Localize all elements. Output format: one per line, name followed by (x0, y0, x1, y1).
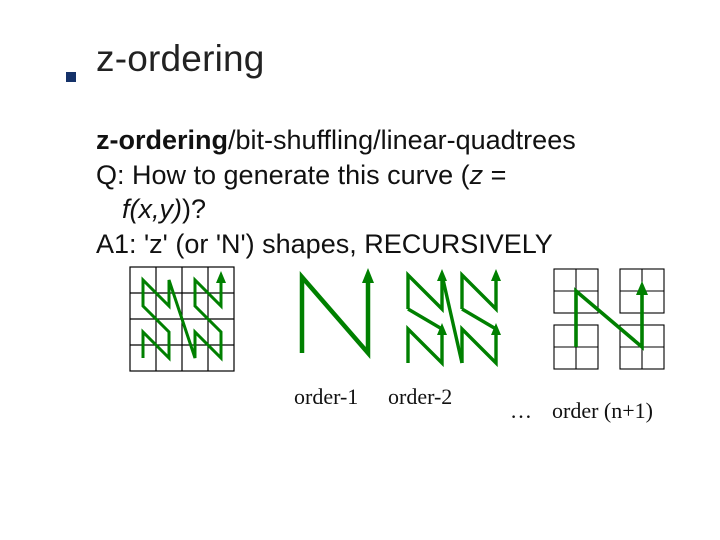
title-bullet (66, 72, 76, 82)
caption-order-1: order-1 (294, 384, 358, 410)
order-1-shape (286, 263, 384, 361)
order2-compound-svg (396, 263, 508, 375)
equals: = (483, 160, 506, 190)
func-fxy: f(x,y) (122, 194, 182, 224)
slide: z-ordering z-ordering/bit-shuffling/line… (0, 0, 720, 540)
term-zordering: z-ordering (96, 125, 228, 155)
caption-order-2: order-2 (388, 384, 452, 410)
ordern-svg (548, 263, 670, 375)
caption-order-n: order (n+1) (552, 398, 653, 424)
order-2-composite (396, 263, 508, 375)
var-z: z (470, 160, 484, 190)
slide-title: z-ordering (96, 38, 265, 80)
answer-line: A1: 'z' (or 'N') shapes, RECURSIVELY (96, 229, 553, 259)
question-prefix: Q: How to generate this curve ( (96, 160, 470, 190)
term-aliases: /bit-shuffling/linear-quadtrees (228, 125, 576, 155)
caption-ellipsis: … (510, 398, 533, 424)
body-text: z-ordering/bit-shuffling/linear-quadtree… (96, 123, 656, 261)
order-2-grid (126, 263, 238, 375)
question-suffix: )? (182, 194, 206, 224)
order1-svg (286, 263, 384, 361)
diagram-row (96, 263, 696, 393)
order-nplus1-shape (548, 263, 670, 375)
order2-svg (126, 263, 238, 375)
